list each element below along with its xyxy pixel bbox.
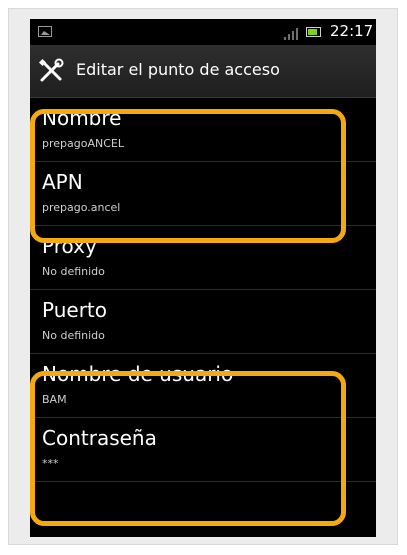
setting-title: Nombre de usuario	[42, 362, 234, 386]
setting-nombre[interactable]: Nombre prepagoANCEL	[30, 98, 376, 162]
phone-screen: 22:17 Editar el punto de acceso Nombre p…	[30, 19, 376, 537]
setting-summary: No definido	[42, 265, 105, 278]
setting-title: Nombre	[42, 106, 122, 130]
status-time: 22:17	[330, 22, 374, 40]
title-bar: Editar el punto de acceso	[30, 45, 376, 98]
setting-summary: prepagoANCEL	[42, 137, 124, 150]
setting-summary: ***	[42, 457, 59, 470]
setting-title: APN	[42, 170, 83, 194]
setting-proxy[interactable]: Proxy No definido	[30, 226, 376, 290]
wrench-screwdriver-icon	[38, 58, 64, 82]
battery-icon	[306, 27, 321, 37]
signal-icon	[284, 28, 298, 40]
setting-apn[interactable]: APN prepago.ancel	[30, 162, 376, 226]
apn-settings-list: Nombre prepagoANCEL APN prepago.ancel Pr…	[30, 98, 376, 482]
page-title: Editar el punto de acceso	[76, 60, 280, 79]
setting-title: Contraseña	[42, 426, 157, 450]
setting-summary: prepago.ancel	[42, 201, 121, 214]
setting-summary: No definido	[42, 329, 105, 342]
setting-contrasena[interactable]: Contraseña ***	[30, 418, 376, 482]
setting-puerto[interactable]: Puerto No definido	[30, 290, 376, 354]
image-notification-icon	[38, 26, 52, 37]
setting-title: Puerto	[42, 298, 107, 322]
status-bar: 22:17	[30, 19, 376, 45]
setting-title: Proxy	[42, 234, 97, 258]
setting-nombre-de-usuario[interactable]: Nombre de usuario BAM	[30, 354, 376, 418]
setting-summary: BAM	[42, 393, 67, 406]
